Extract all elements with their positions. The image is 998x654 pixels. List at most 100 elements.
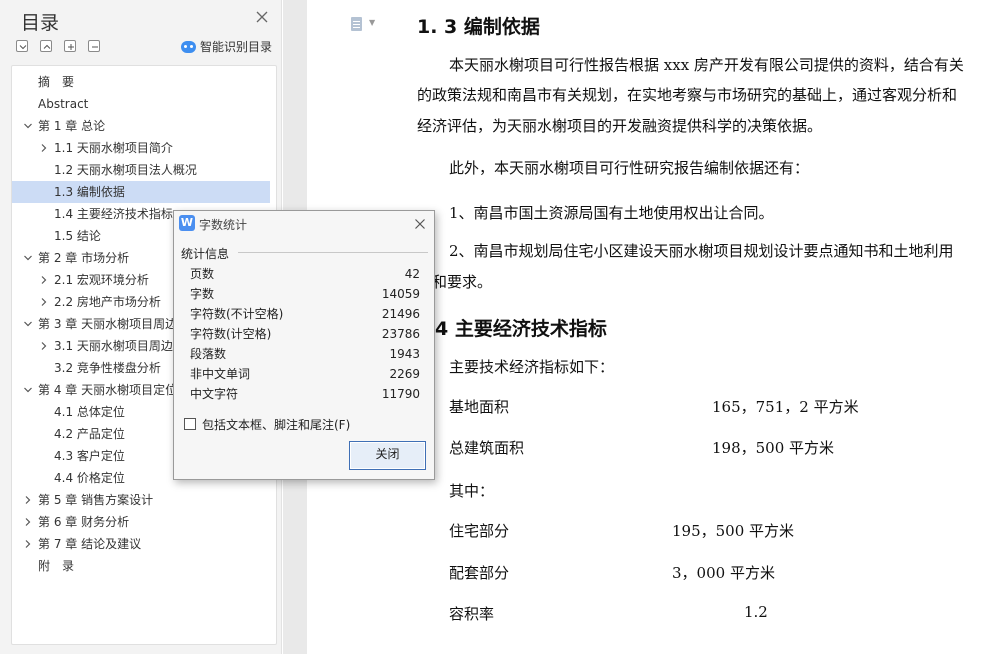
stat-value: 23786 [381,327,420,341]
chevron-down-icon[interactable] [22,318,34,330]
chevron-down-icon[interactable] [22,384,34,396]
heading-key-indicators: 4 主要经济技术指标 [435,318,607,340]
stat-label: 字数 [190,287,215,301]
toc-item-label: 3.1 天丽水榭项目周边 [54,339,173,353]
toc-item-label: 3.2 竞争性楼盘分析 [54,361,161,375]
smart-detect-toc-button[interactable]: 智能识别目录 [181,38,272,55]
smart-detect-label: 智能识别目录 [200,40,273,54]
stat-value: 14059 [381,287,420,301]
plus-icon [68,44,74,50]
toc-item-label: 1.4 主要经济技术指标 [54,207,173,221]
toc-item-label: 第 1 章 总论 [38,119,106,133]
robot-icon [181,40,196,53]
toc-item-label: 第 2 章 市场分析 [38,251,130,265]
toc-item-label: 2.1 宏观环境分析 [54,273,149,287]
toc-item[interactable]: 第 1 章 总论 [12,115,270,137]
toc-item-label: 第 4 章 天丽水榭项目定位 [38,383,178,397]
stat-label: 字符数(计空格) [190,327,272,341]
heading-compile-basis: 1. 3 编制依据 [417,16,540,38]
stat-value: 1943 [389,347,420,361]
stat-label: 页数 [190,267,215,281]
toc-item[interactable]: 1.2 天丽水榭项目法人概况 [12,159,270,181]
stat-value: 21496 [381,307,420,321]
close-button[interactable]: 关闭 [349,441,426,470]
toc-item-label: 2.2 房地产市场分析 [54,295,161,309]
chevron-right-icon[interactable] [38,340,50,352]
stat-value: 11790 [381,387,420,401]
dropdown-caret-icon[interactable]: ▼ [369,18,375,27]
stats-section-label: 统计信息 [181,247,230,261]
stat-label: 中文字符 [190,387,239,401]
indicator-label: 配套部分 [449,564,510,582]
indicator-value: 195，500 平方米 [672,522,795,540]
toc-item-label: 4.4 价格定位 [54,471,125,485]
toc-item[interactable]: 第 7 章 结论及建议 [12,533,270,555]
toc-item-label: 1.5 结论 [54,229,101,243]
toc-item-label: 第 5 章 销售方案设计 [38,493,154,507]
indicator-label: 其中： [449,482,495,500]
divider [238,252,428,253]
dialog-title: 字数统计 [199,218,248,232]
stat-row: 段落数 1943 [190,344,420,364]
word-count-dialog: W 字数统计 统计信息 页数 42 字数 14059 字符数(不计空格) 21496 字符数… [173,210,435,480]
paragraph-line: 主要技术经济指标如下： [449,358,615,376]
stat-row: 页数 42 [190,264,420,284]
remove-heading-button[interactable] [88,40,100,52]
close-icon[interactable] [414,218,426,230]
toc-item-label: 第 6 章 财务分析 [38,515,130,529]
toc-item-label: 1.1 天丽水榭项目简介 [54,141,173,155]
close-icon[interactable] [255,10,269,24]
list-item: 1、南昌市国土资源局国有土地使用权出让合同。 [449,204,774,222]
chevron-down-icon [19,45,27,50]
checkbox-label[interactable]: 包括文本框、脚注和尾注(F) [202,416,350,433]
toc-item[interactable]: 1.1 天丽水榭项目简介 [12,137,270,159]
indicator-label: 总建筑面积 [449,439,525,457]
chevron-right-icon[interactable] [38,296,50,308]
include-textbox-footnotes-checkbox[interactable] [184,418,196,430]
document-icon[interactable] [351,17,362,31]
indicator-label: 容积率 [449,605,495,623]
stat-label: 字符数(不计空格) [190,307,284,321]
list-item: 2、南昌市规划局住宅小区建设天丽水榭项目规划设计要点通知书和土地利用 [449,242,954,260]
toc-item-label: 4.2 产品定位 [54,427,125,441]
stat-row: 字符数(计空格) 23786 [190,324,420,344]
chevron-right-icon[interactable] [22,494,34,506]
toc-item[interactable]: 摘 要 [12,71,270,93]
toc-item-label: 附 录 [38,559,75,573]
indicator-label: 住宅部分 [449,522,510,540]
toc-item[interactable]: 附 录 [12,555,270,577]
collapse-all-button[interactable] [16,40,28,52]
toc-item-label: 1.3 编制依据 [54,185,125,199]
stat-label: 段落数 [190,347,227,361]
toc-title: 目录 [21,12,60,34]
toc-item-label: 1.2 天丽水榭项目法人概况 [54,163,197,177]
toc-item[interactable]: Abstract [12,93,270,115]
add-heading-button[interactable] [64,40,76,52]
expand-all-button[interactable] [40,40,52,52]
chevron-down-icon[interactable] [22,252,34,264]
toc-item-label: 第 3 章 天丽水榭项目周边 [38,317,178,331]
toc-item-label: 摘 要 [38,75,75,89]
paragraph-line: 此外，本天丽水榭项目可行性研究报告编制依据还有： [449,159,810,177]
toc-item[interactable]: 1.3 编制依据 [12,181,270,203]
toc-item-label: 第 7 章 结论及建议 [38,537,142,551]
chevron-up-icon [43,44,51,49]
chevron-right-icon[interactable] [22,538,34,550]
stat-row: 字数 14059 [190,284,420,304]
toc-item-label: 4.1 总体定位 [54,405,125,419]
dialog-titlebar[interactable]: W 字数统计 [174,211,434,237]
toc-item[interactable]: 第 5 章 销售方案设计 [12,489,270,511]
indicator-value: 1.2 [744,603,768,621]
chevron-right-icon[interactable] [22,516,34,528]
chevron-right-icon[interactable] [38,142,50,154]
paragraph-line: 的政策法规和南昌市有关规划，在实地考察与市场研究的基础上，通过客观分析和 [417,86,958,104]
indicator-value: 3，000 平方米 [672,564,775,582]
stat-row: 字符数(不计空格) 21496 [190,304,420,324]
paragraph-line: 经济评估，为天丽水榭项目的开发融资提供科学的决策依据。 [417,117,823,135]
chevron-down-icon[interactable] [22,120,34,132]
indicator-label: 基地面积 [449,398,510,416]
indicator-value: 165，751，2 平方米 [712,398,859,416]
toc-item[interactable]: 第 6 章 财务分析 [12,511,270,533]
stat-value: 2269 [389,367,420,381]
chevron-right-icon[interactable] [38,274,50,286]
